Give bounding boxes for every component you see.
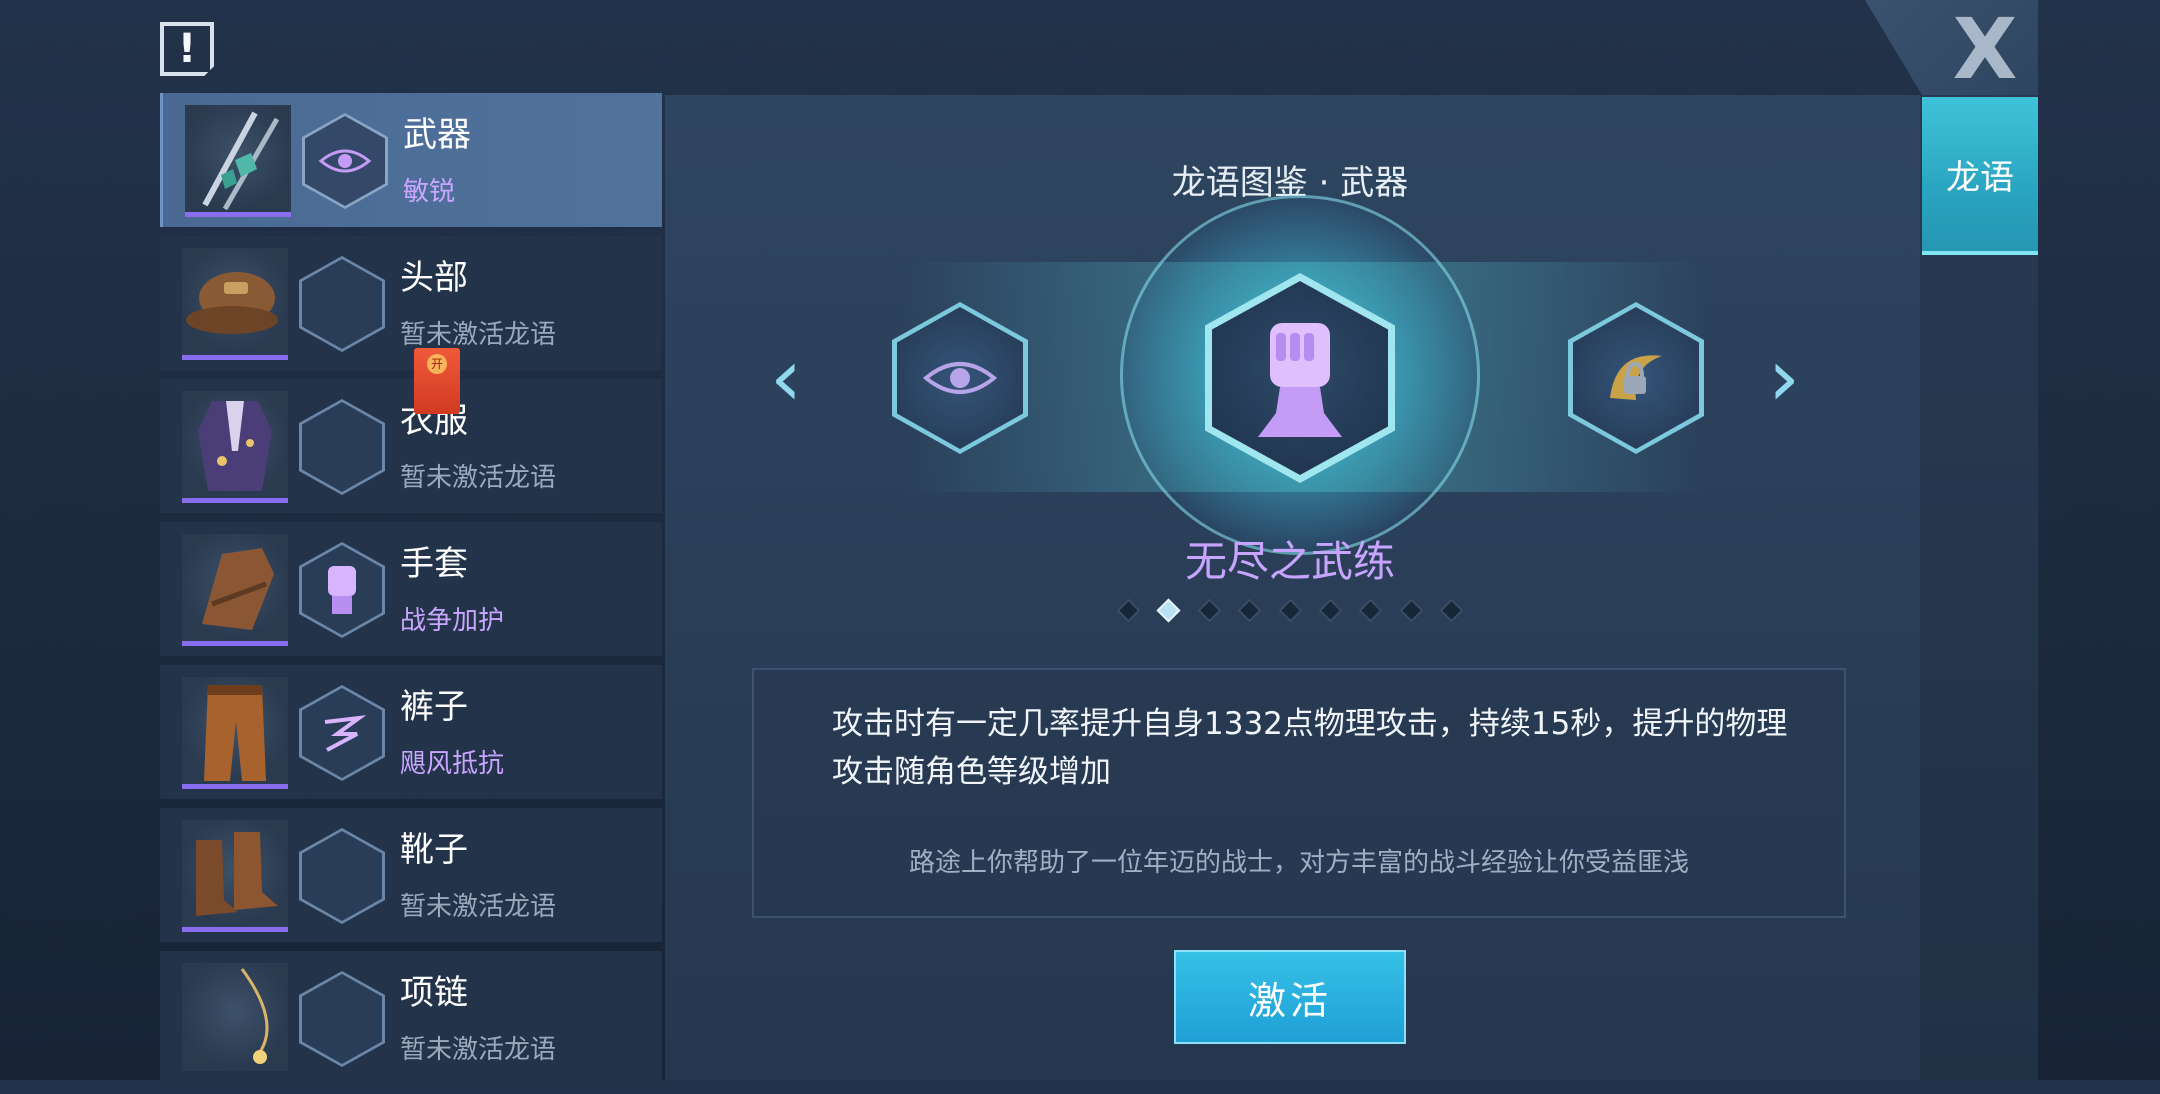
alert-icon[interactable]: ! bbox=[160, 22, 214, 76]
talent-name: 无尽之武练 bbox=[1184, 537, 1395, 586]
tab-dragon-language[interactable]: 龙语 bbox=[1922, 97, 2038, 255]
pants-thumbnail bbox=[182, 677, 288, 785]
rarity-bar bbox=[185, 212, 291, 217]
rarity-bar bbox=[182, 784, 288, 789]
empty-rune-slot bbox=[299, 399, 385, 495]
activate-button[interactable]: 激活 bbox=[1174, 950, 1406, 1044]
empty-rune-slot bbox=[299, 256, 385, 352]
item-name: 头部 bbox=[400, 258, 468, 298]
item-status: 暂未激活龙语 bbox=[400, 463, 557, 493]
list-item-weapon[interactable]: 武器 敏锐 bbox=[160, 93, 662, 227]
item-name: 武器 bbox=[403, 115, 471, 155]
list-item-necklace[interactable]: 项链 暂未激活龙语 bbox=[160, 951, 662, 1085]
item-status: 暂未激活龙语 bbox=[400, 320, 557, 350]
page-dot[interactable] bbox=[1358, 597, 1383, 623]
item-status: 敏锐 bbox=[403, 177, 456, 207]
list-item-gloves[interactable]: 手套 战争加护 bbox=[160, 522, 662, 656]
item-status: 暂未激活龙语 bbox=[400, 892, 557, 922]
empty-rune-slot bbox=[299, 828, 385, 924]
page-dot[interactable] bbox=[1318, 597, 1343, 623]
hat-thumbnail bbox=[182, 248, 288, 356]
gloves-thumbnail bbox=[182, 534, 288, 642]
page-indicator bbox=[1116, 597, 1464, 623]
chevron-left-icon[interactable]: ‹ bbox=[770, 338, 802, 418]
clothes-thumbnail bbox=[182, 391, 288, 499]
item-status: 飓风抵抗 bbox=[400, 749, 505, 779]
page-dot[interactable] bbox=[1439, 597, 1464, 623]
item-name: 裤子 bbox=[400, 687, 468, 727]
close-button[interactable]: X bbox=[1935, 4, 2035, 94]
list-item-clothes[interactable]: 衣服 暂未激活龙语 bbox=[160, 379, 662, 513]
effect-description: 攻击时有一定几率提升自身1332点物理攻击，持续15秒，提升的物理攻击随角色等级… bbox=[832, 706, 1788, 790]
page-dot[interactable] bbox=[1156, 597, 1181, 623]
weapon-thumbnail bbox=[185, 105, 291, 213]
page-dot[interactable] bbox=[1399, 597, 1424, 623]
item-name: 手套 bbox=[400, 544, 468, 584]
list-item-pants[interactable]: 裤子 飓风抵抗 bbox=[160, 665, 662, 799]
rarity-bar bbox=[182, 498, 288, 503]
list-item-head[interactable]: 头部 暂未激活龙语 bbox=[160, 236, 662, 370]
rarity-bar bbox=[182, 355, 288, 360]
item-status: 战争加护 bbox=[400, 606, 505, 636]
wind-rune-icon bbox=[299, 685, 385, 781]
page-dot[interactable] bbox=[1277, 597, 1303, 623]
eye-rune-icon bbox=[302, 113, 388, 209]
empty-rune-slot bbox=[299, 971, 385, 1067]
fist-rune-icon bbox=[299, 542, 385, 638]
chevron-right-icon[interactable]: › bbox=[1768, 338, 1800, 418]
list-item-boots[interactable]: 靴子 暂未激活龙语 bbox=[160, 808, 662, 942]
necklace-thumbnail bbox=[182, 963, 288, 1071]
badge-label: 开 bbox=[427, 354, 447, 374]
boots-thumbnail bbox=[182, 820, 288, 928]
item-status: 暂未激活龙语 bbox=[400, 1035, 557, 1065]
rarity-bar bbox=[182, 927, 288, 932]
page-dot[interactable] bbox=[1197, 597, 1222, 623]
rarity-bar bbox=[182, 641, 288, 646]
page-dot[interactable] bbox=[1237, 597, 1262, 623]
page-dot[interactable] bbox=[1116, 597, 1141, 623]
item-name: 项链 bbox=[400, 973, 468, 1013]
flavor-text: 路途上你帮助了一位年迈的战士，对方丰富的战斗经验让你受益匪浅 bbox=[908, 848, 1689, 878]
red-envelope-icon[interactable]: 开 bbox=[414, 348, 460, 414]
equipment-list: 武器 敏锐 头部 暂未激活龙语 衣服 暂未激活龙语 手套 战争加护 裤子 飓风抵… bbox=[160, 93, 662, 1094]
item-name: 靴子 bbox=[400, 830, 468, 870]
